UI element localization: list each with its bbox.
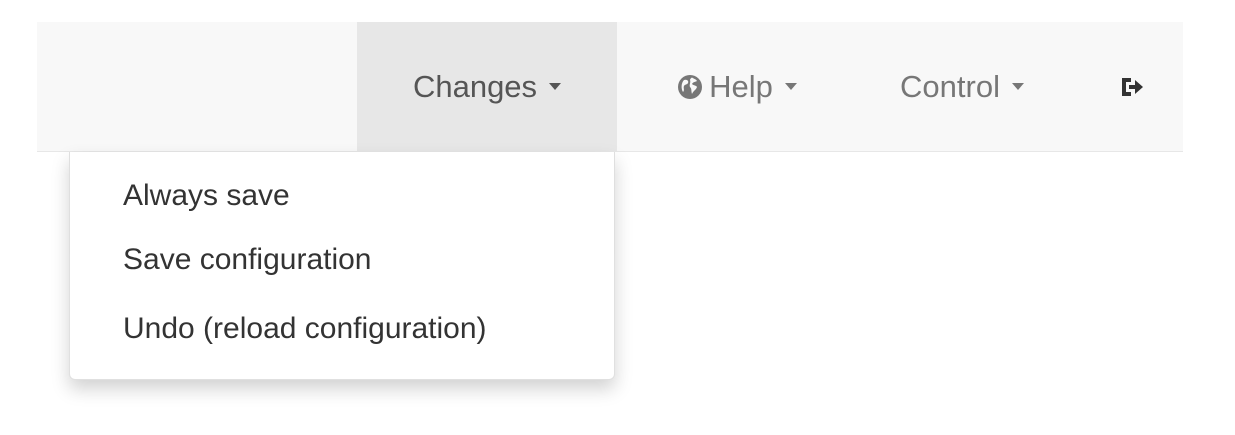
caret-down-icon — [784, 83, 797, 90]
logout-button[interactable] — [1102, 22, 1162, 151]
help-menu-toggle[interactable]: Help — [637, 22, 837, 151]
changes-menu-toggle[interactable]: Changes — [357, 22, 617, 151]
menu-item-undo-reload-configuration[interactable]: Undo (reload configuration) — [70, 307, 614, 376]
globe-icon — [677, 74, 703, 100]
menu-item-always-save[interactable]: Always save — [70, 174, 614, 238]
control-label: Control — [900, 68, 1000, 104]
control-menu-toggle[interactable]: Control — [867, 22, 1057, 151]
top-navbar: Changes Help Control — [37, 22, 1183, 152]
sign-out-icon — [1120, 76, 1144, 98]
changes-label: Changes — [412, 68, 538, 104]
help-label: Help — [709, 68, 773, 104]
changes-dropdown-menu: Always save Save configuration Undo (rel… — [69, 152, 615, 380]
caret-down-icon — [1011, 83, 1024, 90]
menu-item-save-configuration[interactable]: Save configuration — [70, 238, 614, 307]
page: Changes Help Control Always save Save co… — [0, 0, 1235, 435]
caret-down-icon — [549, 83, 562, 90]
